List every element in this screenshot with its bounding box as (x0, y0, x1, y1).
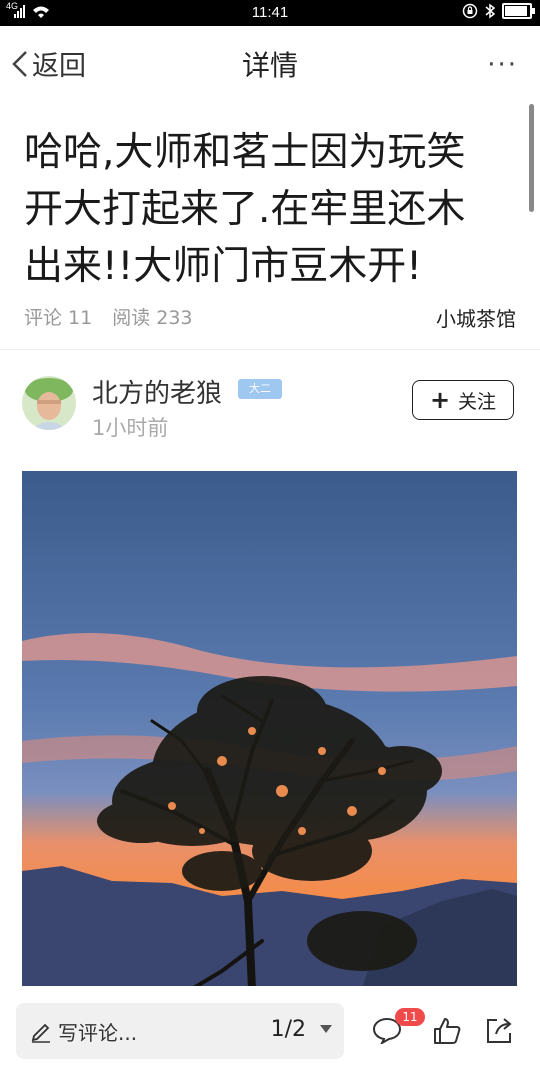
article-meta: 评论 11 阅读 233 (24, 303, 213, 330)
article-title: 哈哈,大师和茗士因为玩笑开大打起来了.在牢里还木出来!!大师门市豆木开! (24, 130, 466, 289)
share-button[interactable] (484, 1016, 514, 1050)
avatar[interactable] (22, 376, 76, 430)
comment-placeholder: 写评论... (58, 1021, 138, 1045)
page-indicator[interactable]: 1/2 (271, 1017, 306, 1042)
follow-label: 关注 (458, 390, 497, 413)
chevron-left-icon (12, 50, 27, 77)
article-source[interactable]: 小城茶馆 (436, 303, 516, 332)
battery-icon (502, 3, 535, 19)
comment-input[interactable]: 写评论... 1/2 (16, 1003, 344, 1059)
plus-icon: + (429, 386, 451, 414)
bluetooth-icon (485, 3, 496, 19)
nav-bar: 返回 详情 ··· (0, 26, 540, 100)
back-button[interactable]: 返回 (10, 44, 86, 83)
more-icon[interactable]: ··· (487, 50, 518, 80)
chevron-down-icon[interactable] (320, 1025, 332, 1033)
divider (0, 349, 540, 350)
author-name[interactable]: 北方的老狼 (92, 373, 222, 410)
comment-count-badge: 11 (395, 1008, 425, 1026)
avatar-image (22, 376, 76, 430)
read-count-text: 阅读 233 (112, 307, 193, 329)
back-label: 返回 (32, 51, 86, 82)
scrollbar[interactable] (529, 104, 534, 212)
status-time: 11:41 (251, 4, 289, 21)
lock-rotation-icon (462, 3, 478, 19)
article-photo[interactable] (22, 471, 517, 989)
follow-button[interactable]: + 关注 (412, 380, 514, 420)
post-time: 1小时前 (92, 416, 169, 440)
pencil-icon (31, 1023, 50, 1043)
bottom-bar: 写评论... 1/2 11 (0, 986, 540, 1080)
status-bar: 4G 11:41 (0, 0, 540, 26)
thumbs-up-icon (434, 1018, 461, 1044)
status-right-icons (462, 3, 535, 19)
level-badge: 大二 (238, 379, 282, 399)
sunset-tree-image (22, 471, 517, 989)
share-icon (487, 1018, 512, 1043)
comment-count-text: 评论 11 (24, 307, 93, 329)
like-button[interactable] (432, 1016, 462, 1050)
